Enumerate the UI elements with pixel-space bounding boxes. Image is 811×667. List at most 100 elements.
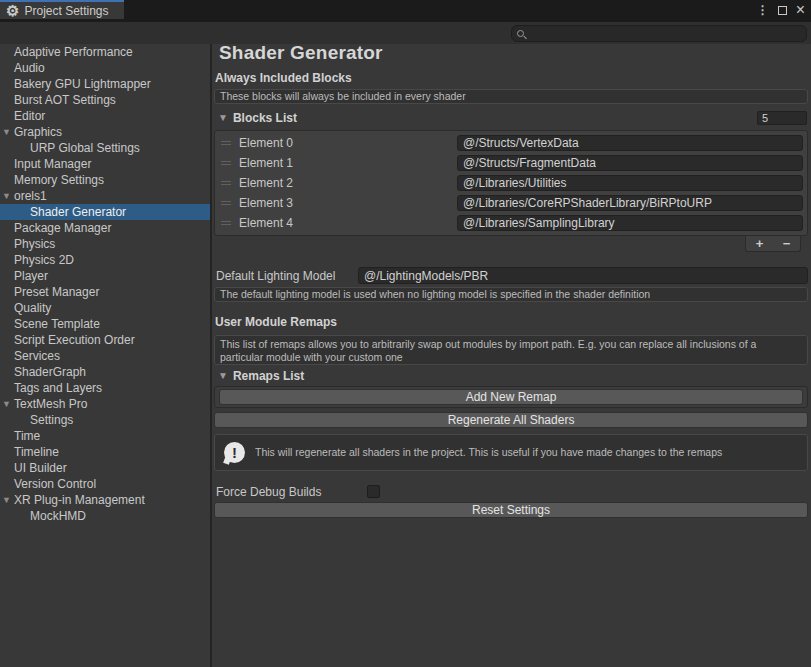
sidebar-item-ui-builder[interactable]: UI Builder [0, 460, 210, 476]
sidebar-item-label: UI Builder [0, 461, 67, 475]
foldout-triangle-icon[interactable]: ▼ [2, 496, 11, 505]
sidebar-item-label: Bakery GPU Lightmapper [0, 77, 151, 91]
sidebar-item-label: Timeline [0, 445, 59, 459]
foldout-triangle-icon[interactable]: ▼ [2, 128, 11, 137]
sidebar-item-shadergraph[interactable]: ShaderGraph [0, 364, 210, 380]
reset-settings-button[interactable]: Reset Settings [214, 502, 808, 518]
sidebar-item-mockhmd[interactable]: MockHMD [0, 508, 210, 524]
sidebar-item-label: Editor [0, 109, 45, 123]
sidebar-item-time[interactable]: Time [0, 428, 210, 444]
sidebar-item-label: ShaderGraph [0, 365, 86, 379]
sidebar-item-textmesh-pro[interactable]: ▼TextMesh Pro [0, 396, 210, 412]
remaps-list-label: Remaps List [233, 369, 304, 383]
drag-handle-icon[interactable] [219, 161, 235, 165]
sidebar-item-orels1[interactable]: ▼orels1 [0, 188, 210, 204]
element-value-field[interactable]: @/Libraries/CoreRPShaderLibrary/BiRPtoUR… [457, 195, 803, 211]
sidebar-item-label: Physics [0, 237, 55, 251]
foldout-triangle-icon[interactable]: ▼ [2, 400, 11, 409]
sidebar-item-xr-plug-in-management[interactable]: ▼XR Plug-in Management [0, 492, 210, 508]
blocks-list: Element 0@/Structs/VertexDataElement 1@/… [214, 130, 808, 236]
search-box[interactable] [511, 25, 807, 42]
lighting-model-field[interactable]: @/LightingModels/PBR [358, 267, 808, 284]
sidebar-item-tags-and-layers[interactable]: Tags and Layers [0, 380, 210, 396]
add-new-remap-button[interactable]: Add New Remap [219, 389, 803, 405]
sidebar-item-label: MockHMD [0, 509, 86, 523]
sidebar-item-label: Package Manager [0, 221, 111, 235]
foldout-triangle-icon[interactable]: ▼ [218, 113, 228, 123]
sidebar-item-timeline[interactable]: Timeline [0, 444, 210, 460]
sidebar-item-urp-global-settings[interactable]: URP Global Settings [0, 140, 210, 156]
sidebar-item-label: Audio [0, 61, 45, 75]
sidebar-item-bakery-gpu-lightmapper[interactable]: Bakery GPU Lightmapper [0, 76, 210, 92]
sidebar-item-graphics[interactable]: ▼Graphics [0, 124, 210, 140]
element-label: Element 0 [239, 136, 457, 150]
sidebar-item-adaptive-performance[interactable]: Adaptive Performance [0, 44, 210, 60]
sidebar-item-label: Settings [0, 413, 73, 427]
sidebar-item-script-execution-order[interactable]: Script Execution Order [0, 332, 210, 348]
foldout-triangle-icon[interactable]: ▼ [218, 371, 228, 381]
add-element-button[interactable]: + [756, 237, 764, 250]
search-input[interactable] [524, 28, 794, 40]
remaps-help: This list of remaps allows you to arbitr… [214, 335, 808, 365]
drag-handle-icon[interactable] [219, 181, 235, 185]
blocks-list-count[interactable]: 5 [757, 111, 807, 125]
element-value-field[interactable]: @/Libraries/SamplingLibrary [457, 215, 803, 231]
sidebar-item-quality[interactable]: Quality [0, 300, 210, 316]
blocks-list-label: Blocks List [233, 111, 297, 125]
sidebar-item-shader-generator[interactable]: Shader Generator [0, 204, 210, 220]
element-label: Element 3 [239, 196, 457, 210]
remaps-list-header[interactable]: ▼ Remaps List [214, 368, 808, 384]
sidebar-item-player[interactable]: Player [0, 268, 210, 284]
sidebar-item-input-manager[interactable]: Input Manager [0, 156, 210, 172]
page-title: Shader Generator [219, 42, 808, 64]
sidebar-item-audio[interactable]: Audio [0, 60, 210, 76]
sidebar-item-label: Burst AOT Settings [0, 93, 116, 107]
regenerate-info-box: This will regenerate all shaders in the … [214, 434, 808, 471]
sidebar-item-label: Physics 2D [0, 253, 74, 267]
sidebar-item-label: Shader Generator [0, 205, 126, 219]
sidebar-item-label: Preset Manager [0, 285, 99, 299]
drag-handle-icon[interactable] [219, 221, 235, 225]
main-panel: Shader Generator Always Included Blocks … [212, 44, 811, 667]
maximize-icon[interactable] [778, 6, 787, 15]
sidebar-item-label: Script Execution Order [0, 333, 135, 347]
remove-element-button[interactable]: − [783, 237, 791, 250]
force-debug-checkbox[interactable] [367, 485, 380, 498]
sidebar-item-preset-manager[interactable]: Preset Manager [0, 284, 210, 300]
foldout-triangle-icon[interactable]: ▼ [2, 192, 11, 201]
sidebar-item-memory-settings[interactable]: Memory Settings [0, 172, 210, 188]
sidebar-item-label: Tags and Layers [0, 381, 102, 395]
always-included-help: These blocks will always be included in … [214, 89, 808, 104]
sidebar-item-package-manager[interactable]: Package Manager [0, 220, 210, 236]
sidebar-item-physics[interactable]: Physics [0, 236, 210, 252]
element-row: Element 0@/Structs/VertexData [215, 133, 807, 153]
sidebar-item-label: Version Control [0, 477, 96, 491]
element-value-field[interactable]: @/Libraries/Utilities [457, 175, 803, 191]
sidebar-item-label: Input Manager [0, 157, 91, 171]
sidebar-item-burst-aot-settings[interactable]: Burst AOT Settings [0, 92, 210, 108]
element-row: Element 2@/Libraries/Utilities [215, 173, 807, 193]
window-title: Project Settings [24, 4, 108, 18]
project-settings-tab[interactable]: ⚙ Project Settings [0, 0, 124, 19]
sidebar: Adaptive PerformanceAudio Bakery GPU Ligh… [0, 44, 212, 667]
menu-icon[interactable]: ⋮ [757, 3, 769, 17]
sidebar-item-services[interactable]: Services [0, 348, 210, 364]
element-label: Element 1 [239, 156, 457, 170]
remaps-list: Add New Remap [214, 386, 808, 408]
sidebar-item-physics-2d[interactable]: Physics 2D [0, 252, 210, 268]
drag-handle-icon[interactable] [219, 141, 235, 145]
regenerate-all-shaders-button[interactable]: Regenerate All Shaders [214, 412, 808, 428]
drag-handle-icon[interactable] [219, 201, 235, 205]
sidebar-item-label: XR Plug-in Management [0, 493, 145, 507]
element-value-field[interactable]: @/Structs/VertexData [457, 135, 803, 151]
search-icon [517, 30, 524, 37]
element-value-field[interactable]: @/Structs/FragmentData [457, 155, 803, 171]
sidebar-item-settings[interactable]: Settings [0, 412, 210, 428]
sidebar-item-version-control[interactable]: Version Control [0, 476, 210, 492]
user-module-remaps-heading: User Module Remaps [215, 315, 808, 329]
sidebar-item-editor[interactable]: Editor [0, 108, 210, 124]
element-row: Element 3@/Libraries/CoreRPShaderLibrary… [215, 193, 807, 213]
close-icon[interactable]: × [796, 3, 805, 17]
blocks-list-header[interactable]: ▼ Blocks List 5 [214, 110, 808, 126]
sidebar-item-scene-template[interactable]: Scene Template [0, 316, 210, 332]
